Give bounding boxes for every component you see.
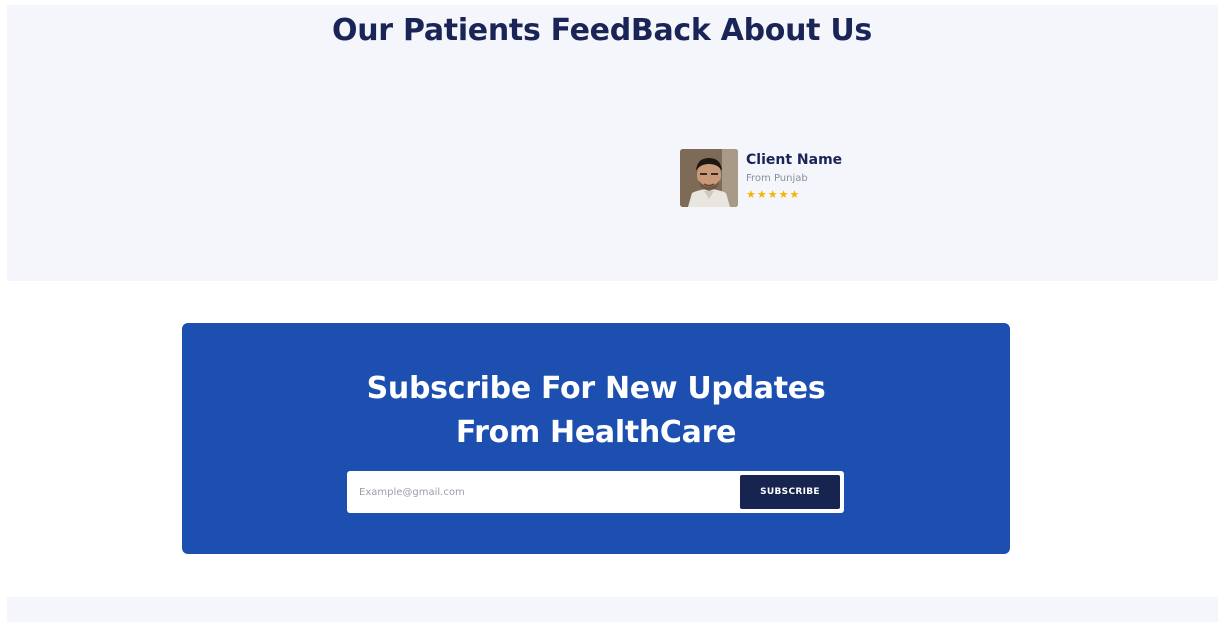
subscribe-title-line2: From HealthCare	[455, 415, 737, 450]
feedback-title: Our Patients FeedBack About Us	[332, 13, 872, 48]
subscribe-title: Subscribe For New Updates From HealthCar…	[182, 367, 1010, 455]
page: Our Patients FeedBack About Us Client Na…	[0, 0, 1218, 622]
client-photo-icon	[680, 149, 738, 207]
client-info: Client Name From Punjab ★★★★★	[746, 149, 842, 202]
testimonial-card: Client Name From Punjab ★★★★★	[680, 149, 842, 209]
avatar	[680, 149, 738, 207]
email-input[interactable]	[347, 471, 737, 513]
footer-strip	[7, 597, 1218, 622]
subscribe-button[interactable]: SUBSCRIBE	[740, 475, 840, 509]
subscribe-form: SUBSCRIBE	[347, 471, 844, 513]
client-name: Client Name	[746, 152, 843, 168]
subscribe-title-line1: Subscribe For New Updates	[366, 371, 826, 406]
client-location: From Punjab	[746, 173, 808, 184]
star-rating-icon: ★★★★★	[746, 188, 801, 201]
feedback-section: Our Patients FeedBack About Us Client Na…	[7, 5, 1218, 281]
subscribe-card: Subscribe For New Updates From HealthCar…	[182, 323, 1010, 554]
